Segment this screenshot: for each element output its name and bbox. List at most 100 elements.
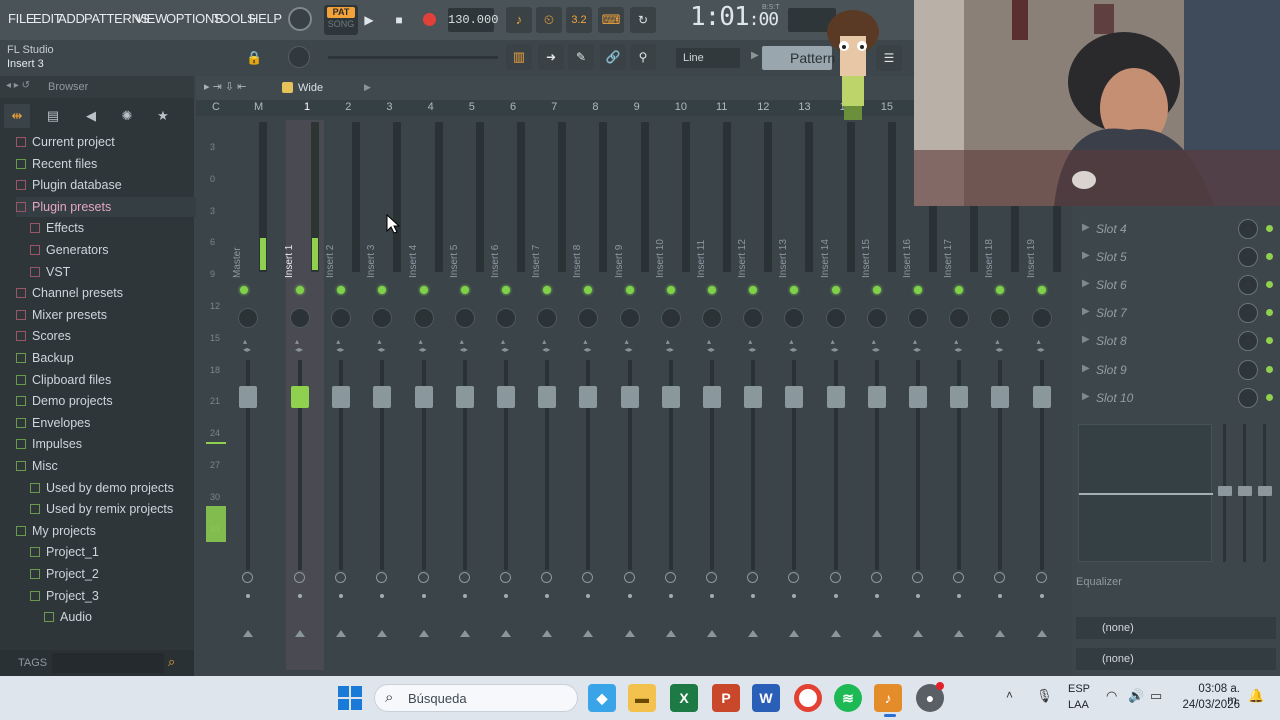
track-route-dot[interactable] (957, 594, 962, 598)
track-route-knob[interactable] (788, 572, 800, 583)
track-stereo-arrows[interactable]: ▴ ◂▸ (789, 338, 797, 354)
track-route-knob[interactable] (706, 572, 717, 583)
track-enable-led[interactable] (240, 286, 248, 294)
browser-tree-item[interactable]: Impulses (16, 434, 82, 454)
mixer-track[interactable]: Insert 2 ▴ ◂▸ (325, 120, 365, 670)
fx-slot-enable-led[interactable] (1266, 393, 1273, 401)
track-pan-knob[interactable] (660, 308, 681, 328)
track-stereo-arrows[interactable]: ▴ ◂▸ (872, 338, 880, 354)
chevron-right-icon[interactable]: ▶ (1082, 363, 1090, 374)
browser-tree-item[interactable]: Plugin presets (16, 196, 202, 217)
browser-tree-item[interactable]: Generators (30, 240, 109, 260)
track-pan-knob[interactable] (908, 308, 928, 328)
mixer-layout-icon[interactable] (282, 82, 293, 93)
input-route-select[interactable]: (none) (1076, 617, 1276, 639)
track-stereo-arrows[interactable]: ▴ ◂▸ (501, 338, 509, 354)
equalizer-graph[interactable] (1078, 424, 1213, 562)
track-stereo-arrows[interactable]: ▴ ◂▸ (542, 338, 550, 354)
fx-slot-mix-knob[interactable] (1238, 359, 1258, 380)
track-route-arrow[interactable] (583, 630, 594, 637)
track-route-dot[interactable] (998, 594, 1003, 598)
track-stereo-arrows[interactable]: ▴ ◂▸ (1037, 338, 1045, 354)
track-route-dot[interactable] (421, 594, 426, 598)
track-volume-fader[interactable] (785, 386, 804, 408)
track-route-dot[interactable] (792, 594, 797, 598)
track-route-arrow[interactable] (707, 630, 717, 637)
chevron-right-icon[interactable]: ▶ (364, 82, 371, 93)
mixer-track[interactable]: Insert 9 ▴ ◂▸ (614, 120, 654, 670)
start-button[interactable] (338, 686, 362, 710)
browser-tree-item[interactable]: Envelopes (16, 413, 90, 433)
browser-tree-item[interactable]: Channel presets (16, 283, 123, 303)
browser-tree-item[interactable]: Used by remix projects (30, 499, 173, 519)
track-route-knob[interactable] (912, 572, 923, 583)
track-route-dot[interactable] (916, 594, 920, 598)
chevron-right-icon[interactable]: ▶ (1082, 278, 1090, 289)
track-route-dot[interactable] (504, 594, 508, 598)
track-route-arrow[interactable] (871, 630, 882, 637)
track-enable-led[interactable] (296, 286, 304, 294)
mixer-track[interactable]: Insert 6 ▴ ◂▸ (490, 120, 530, 670)
track-stereo-arrows[interactable]: ▴ ◂▸ (831, 338, 839, 354)
track-route-knob[interactable] (500, 572, 511, 583)
track-pan-knob[interactable] (454, 308, 475, 328)
snap-select[interactable]: Line (676, 48, 740, 68)
track-volume-fader[interactable] (332, 386, 351, 408)
fx-slot[interactable]: ▶ Slot 4 (1076, 215, 1276, 243)
track-stereo-arrows[interactable]: ▴ ◂▸ (377, 338, 385, 354)
fx-slot-enable-led[interactable] (1266, 225, 1273, 232)
track-enable-led[interactable] (584, 286, 593, 294)
track-route-arrow[interactable] (1036, 630, 1047, 637)
track-pan-knob[interactable] (413, 308, 434, 328)
clock-date[interactable]: 24/03/2026 (1180, 699, 1240, 711)
track-enable-led[interactable] (996, 286, 1005, 294)
chevron-right-icon[interactable]: ▶ (1082, 306, 1090, 317)
menu-view[interactable]: VIEW (135, 11, 167, 26)
excel-icon[interactable]: X (670, 684, 698, 712)
file-explorer-icon[interactable]: ▬ (628, 684, 656, 712)
chevron-right-icon[interactable]: ▶ (1082, 222, 1090, 233)
track-stereo-arrows[interactable]: ▴ ◂▸ (748, 338, 756, 354)
track-route-knob[interactable] (747, 572, 759, 583)
track-route-arrow[interactable] (377, 630, 388, 637)
chevron-up-icon[interactable]: ˄ (1006, 688, 1013, 702)
track-enable-led[interactable] (502, 286, 510, 294)
track-volume-fader[interactable] (291, 386, 309, 408)
chevron-right-icon[interactable]: ▶ (1082, 391, 1090, 402)
track-pan-knob[interactable] (372, 308, 393, 328)
track-enable-led[interactable] (831, 286, 840, 294)
tempo-display[interactable]: 130.000 (448, 8, 498, 32)
countdown-button[interactable]: 3.2 (566, 7, 592, 33)
track-pan-knob[interactable] (537, 308, 558, 328)
track-stereo-arrows[interactable]: ▴ ◂▸ (995, 338, 1003, 354)
fx-slot-mix-knob[interactable] (1238, 303, 1258, 324)
track-volume-fader[interactable] (744, 386, 763, 408)
track-volume-fader[interactable] (579, 386, 598, 408)
track-route-knob[interactable] (994, 572, 1006, 583)
fx-slot-mix-knob[interactable] (1238, 331, 1258, 352)
track-route-dot[interactable] (586, 594, 591, 598)
track-enable-led[interactable] (914, 286, 922, 294)
lock-icon[interactable]: 🔒 (246, 50, 262, 66)
track-volume-fader[interactable] (373, 386, 392, 408)
browser-tree-item[interactable]: Misc (16, 456, 58, 476)
track-route-arrow[interactable] (243, 630, 253, 637)
browser-nav-icons[interactable]: ◂ ▸ ↺ (6, 80, 30, 91)
track-enable-led[interactable] (460, 286, 469, 294)
track-pan-knob[interactable] (990, 308, 1011, 328)
browser-tree-item[interactable]: Clipboard files (16, 370, 111, 390)
mixer-width-select[interactable]: Wide (298, 82, 323, 94)
track-volume-fader[interactable] (703, 386, 721, 408)
track-volume-fader[interactable] (661, 386, 680, 408)
browser-tree-item[interactable]: My projects (16, 521, 96, 541)
menu-file[interactable]: FILE (8, 11, 35, 26)
track-enable-led[interactable] (625, 286, 634, 294)
track-volume-fader[interactable] (620, 386, 639, 408)
track-volume-fader[interactable] (414, 386, 433, 408)
track-volume-fader[interactable] (497, 386, 515, 408)
fx-slot-enable-led[interactable] (1266, 281, 1273, 289)
track-pan-knob[interactable] (290, 308, 310, 328)
track-route-arrow[interactable] (336, 630, 347, 637)
powerpoint-icon[interactable]: P (712, 684, 740, 712)
track-route-knob[interactable] (582, 572, 594, 583)
